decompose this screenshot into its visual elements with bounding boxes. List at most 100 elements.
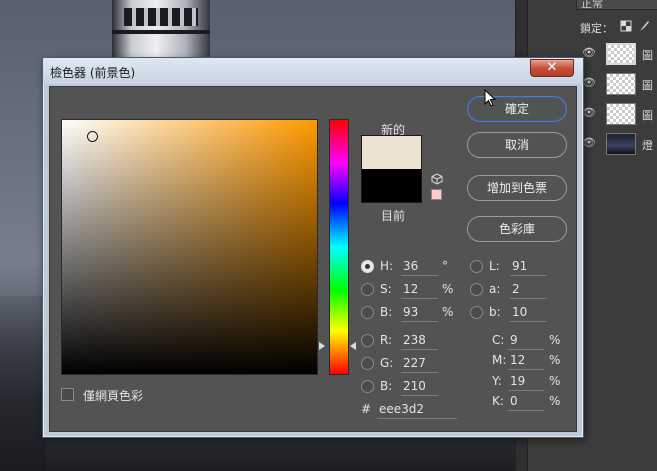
green-input[interactable]: 227 bbox=[401, 355, 438, 373]
saturation-label: S: bbox=[380, 282, 392, 296]
lock-transparent-pixels-icon[interactable] bbox=[620, 20, 632, 32]
hue-input[interactable]: 36 bbox=[401, 258, 438, 276]
hue-slider-handle-right[interactable] bbox=[350, 342, 356, 350]
lab-b-radio[interactable] bbox=[470, 306, 483, 319]
blue-input[interactable]: 210 bbox=[401, 378, 438, 396]
current-color-swatch[interactable] bbox=[361, 169, 422, 203]
hue-label: H: bbox=[380, 259, 394, 273]
hue-radio[interactable] bbox=[361, 260, 374, 273]
yellow-unit: % bbox=[549, 374, 561, 388]
layer-row[interactable]: 👁 圖 bbox=[576, 100, 657, 128]
foreground-dark bbox=[46, 436, 515, 471]
lab-a-radio[interactable] bbox=[470, 283, 483, 296]
brightness-unit: % bbox=[442, 305, 454, 319]
yellow-label: Y: bbox=[492, 374, 502, 388]
lab-l-radio[interactable] bbox=[470, 260, 483, 273]
blue-field-row: B: 210 bbox=[361, 378, 461, 396]
lab-b-input[interactable]: 10 bbox=[510, 304, 547, 322]
magenta-unit: % bbox=[549, 353, 561, 367]
saturation-input[interactable]: 12 bbox=[401, 281, 438, 299]
green-label: G: bbox=[380, 356, 394, 370]
brightness-field-row: B: 93 % bbox=[361, 304, 461, 322]
brightness-label: B: bbox=[380, 305, 393, 319]
lab-a-field-row: a: 2 bbox=[470, 281, 560, 299]
cancel-button[interactable]: 取消 bbox=[467, 132, 567, 158]
eye-icon[interactable]: 👁 bbox=[582, 77, 596, 88]
saturation-unit: % bbox=[442, 282, 454, 296]
lab-l-input[interactable]: 91 bbox=[510, 258, 547, 276]
current-color-label: 目前 bbox=[380, 209, 405, 223]
lab-a-label: a: bbox=[489, 282, 501, 296]
layer-thumbnail bbox=[606, 103, 636, 125]
lighthouse-image bbox=[112, 0, 210, 60]
black-input[interactable]: 0 bbox=[508, 393, 544, 411]
magenta-field-row: M: 12 % bbox=[492, 352, 572, 370]
magenta-input[interactable]: 12 bbox=[508, 352, 544, 370]
cyan-input[interactable]: 9 bbox=[508, 332, 544, 350]
color-field-cursor[interactable] bbox=[87, 131, 98, 142]
web-colors-only-checkbox[interactable] bbox=[61, 388, 74, 401]
color-picker-dialog: 檢色器 (前景色) ✕ 新的 目前 確定 取消 增加到色票 色彩庫 H: 36 … bbox=[42, 57, 584, 438]
cyan-unit: % bbox=[549, 333, 561, 347]
eye-icon[interactable]: 👁 bbox=[582, 107, 596, 118]
color-field[interactable] bbox=[61, 119, 318, 375]
hex-prefix: # bbox=[361, 402, 372, 416]
layer-name: 圖 bbox=[642, 109, 653, 122]
gamut-warning-cube-icon[interactable] bbox=[431, 173, 443, 185]
lab-b-field-row: b: 10 bbox=[470, 304, 560, 322]
cliff-image bbox=[0, 296, 46, 471]
layer-row[interactable]: 👁 燈 bbox=[576, 130, 657, 158]
red-input[interactable]: 238 bbox=[401, 332, 438, 350]
layer-row[interactable]: 👁 圖 bbox=[576, 70, 657, 98]
lab-l-field-row: L: 91 bbox=[470, 258, 560, 276]
hex-field-row: # eee3d2 bbox=[361, 401, 461, 419]
lock-image-pixels-brush-icon[interactable] bbox=[638, 20, 650, 32]
yellow-input[interactable]: 19 bbox=[508, 373, 544, 391]
color-libraries-button[interactable]: 色彩庫 bbox=[467, 216, 567, 242]
lock-label: 鎖定： bbox=[580, 22, 613, 35]
ok-button[interactable]: 確定 bbox=[467, 96, 567, 122]
cyan-field-row: C: 9 % bbox=[492, 332, 572, 350]
websafe-color-swatch[interactable] bbox=[431, 189, 442, 200]
blend-mode-select[interactable]: 正常 bbox=[576, 0, 657, 10]
saturation-radio[interactable] bbox=[361, 283, 374, 296]
layer-name: 燈 bbox=[642, 139, 653, 152]
blue-label: B: bbox=[380, 379, 393, 393]
brightness-input[interactable]: 93 bbox=[401, 304, 438, 322]
add-to-swatches-button[interactable]: 增加到色票 bbox=[467, 175, 567, 201]
layer-name: 圖 bbox=[642, 79, 653, 92]
dialog-title: 檢色器 (前景色) bbox=[50, 66, 136, 80]
green-field-row: G: 227 bbox=[361, 355, 461, 373]
close-button[interactable]: ✕ bbox=[530, 59, 574, 77]
eye-icon[interactable]: 👁 bbox=[582, 137, 596, 148]
saturation-field-row: S: 12 % bbox=[361, 281, 461, 299]
layer-thumbnail bbox=[606, 43, 636, 65]
web-colors-only-option[interactable]: 僅網頁色彩 bbox=[61, 387, 181, 403]
red-label: R: bbox=[380, 333, 393, 347]
hex-input[interactable]: eee3d2 bbox=[377, 401, 457, 419]
layer-thumbnail bbox=[606, 133, 636, 155]
eye-icon[interactable]: 👁 bbox=[582, 47, 596, 58]
black-unit: % bbox=[549, 394, 561, 408]
hue-slider[interactable] bbox=[329, 119, 349, 375]
lab-l-label: L: bbox=[489, 259, 500, 273]
layer-row[interactable]: 👁 圖 bbox=[576, 40, 657, 68]
hue-unit: ° bbox=[442, 259, 448, 273]
hue-slider-handle-left[interactable] bbox=[319, 342, 325, 350]
blue-radio[interactable] bbox=[361, 380, 374, 393]
lab-a-input[interactable]: 2 bbox=[510, 281, 547, 299]
new-color-swatch[interactable] bbox=[361, 135, 422, 169]
green-radio[interactable] bbox=[361, 357, 374, 370]
mouse-pointer-icon bbox=[484, 89, 496, 107]
dialog-titlebar[interactable]: 檢色器 (前景色) ✕ bbox=[43, 58, 583, 84]
dialog-content: 新的 目前 確定 取消 增加到色票 色彩庫 H: 36 ° S: 12 % B:… bbox=[49, 86, 577, 432]
cyan-label: C: bbox=[492, 333, 505, 347]
lock-row: 鎖定： bbox=[580, 18, 657, 36]
web-colors-only-label: 僅網頁色彩 bbox=[83, 389, 144, 403]
black-label: K: bbox=[492, 394, 504, 408]
red-radio[interactable] bbox=[361, 334, 374, 347]
magenta-label: M: bbox=[492, 353, 507, 367]
brightness-radio[interactable] bbox=[361, 306, 374, 319]
yellow-field-row: Y: 19 % bbox=[492, 373, 572, 391]
layer-name: 圖 bbox=[642, 49, 653, 62]
